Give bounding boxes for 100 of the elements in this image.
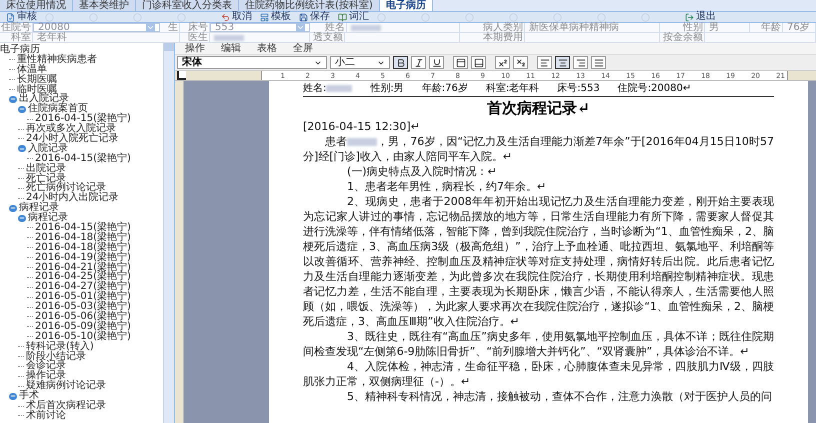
format-button[interactable] [591, 56, 606, 69]
tree-item[interactable]: 重性精神疾病患者 [17, 54, 97, 65]
circle-icon [421, 12, 430, 22]
field-label: 医生 [188, 32, 208, 42]
circle-icon [641, 12, 650, 22]
format-button[interactable] [471, 56, 486, 69]
toolbar-button[interactable]: 词汇 [336, 12, 371, 22]
tab-stop-icon[interactable] [177, 71, 186, 80]
paragraph: 4、入院体检，神志清，生命征平稳，卧床，心肺腹体查未见异常，四肢肌力Ⅳ级，四肢肌张力正常，双侧病理征（-）。↵ [303, 359, 774, 389]
tree-item[interactable]: 2016-04-15(梁艳宁) [35, 154, 131, 164]
tree-item[interactable]: 长期医嘱 [17, 74, 57, 85]
toolbar-button[interactable]: 审核 [4, 12, 39, 22]
menu-item[interactable]: 表格 [257, 44, 277, 54]
tree-item[interactable]: 住院病案首页 [28, 104, 88, 114]
tree-item[interactable]: 2016-05-09(梁艳宁) [35, 322, 131, 332]
field-label: 住院号 [1, 22, 31, 32]
tree-item[interactable]: 阶段小结记录 [26, 352, 86, 362]
field-value: 新医保单病种精神病 [529, 22, 619, 32]
tree-item[interactable]: 2016-04-18(梁艳宁) [35, 232, 131, 243]
collapse-icon[interactable] [9, 204, 17, 212]
tree-item[interactable]: 会诊记录 [26, 361, 66, 372]
field-label: 生 [168, 22, 178, 32]
exit-icon [685, 12, 694, 22]
tree-item[interactable]: 24小时内入出院记录 [26, 193, 119, 204]
collapse-icon[interactable] [9, 392, 17, 400]
font-select[interactable]: 宋体 [177, 56, 327, 69]
tree-item[interactable]: 术前讨论 [26, 410, 66, 421]
menu-item[interactable]: 全屏 [293, 44, 313, 54]
tree-item[interactable]: 2016-04-15(梁艳宁) [35, 222, 131, 233]
format-button[interactable] [555, 56, 570, 69]
tree-item[interactable]: 2016-04-18(梁艳宁) [35, 242, 131, 253]
collapse-icon[interactable] [9, 96, 17, 103]
circle-icon [597, 12, 606, 22]
tree-item[interactable]: 出院记录 [26, 164, 66, 174]
format-button[interactable] [393, 56, 408, 69]
bold-icon [396, 58, 406, 68]
record-time: [2016-04-15 12:30]↵ [303, 119, 421, 134]
paragraph: 3、既往史，既往有“高血压”病史多年，使用氨氯地平控制血压，具体不详；既往住院期间检查发现“左侧第6-9肋陈旧骨折”、“前列腺增大并钙化”、“双肾囊肿”，具体诊治不详。↵ [303, 329, 774, 359]
undo-icon [221, 12, 230, 22]
format-button[interactable] [453, 56, 468, 69]
paragraph: (一)病史特点及入院时情况：↵ [346, 164, 498, 179]
tree-item[interactable]: 24小时入院死亡记录 [26, 134, 119, 144]
toolbar-button[interactable]: 模板 [258, 12, 293, 22]
field-value: 男 [709, 22, 719, 32]
tree-item[interactable]: 体温单 [17, 64, 47, 75]
field-label: 年龄 [761, 22, 781, 32]
field-label: 姓名 [325, 22, 345, 32]
tree-item[interactable]: 2016-04-19(梁艳宁) [35, 252, 131, 263]
underline-icon [432, 58, 442, 68]
circle-icon [45, 12, 54, 22]
circle-icon [177, 12, 186, 22]
menu-item[interactable]: 编辑 [221, 44, 241, 54]
blurred-text [214, 34, 244, 40]
border-top-icon [456, 58, 466, 68]
paragraph: 1、患者老年男性，病程长，约7年余。↵ [346, 179, 548, 194]
paragraph: 患者 ，男，76岁，因“记忆力及生活自理能力渐差7年余”于[2016年04月15日10时57分]经[门诊]收入，由家人陪同平车入院。↵ [303, 134, 774, 164]
scrollbar[interactable] [163, 43, 174, 423]
align-center-icon [558, 58, 568, 68]
header-field: 性别:男 [370, 83, 404, 95]
document-title: 首次病程记录↵ [486, 98, 591, 119]
collapse-icon[interactable] [18, 106, 26, 113]
paragraph: 5、精神科专科情况，神志清，接触被动，查体不合作，注意力涣散（对于医护人员的问 [346, 389, 773, 404]
book-icon [338, 12, 347, 22]
tree-item[interactable]: 电子病历 [0, 44, 40, 55]
align-right-icon [576, 58, 586, 68]
tree-item[interactable]: 转科记录(转入) [26, 342, 94, 352]
circle-icon [553, 12, 562, 22]
align-justify-icon [594, 58, 604, 68]
field-value: 老年科 [37, 32, 67, 42]
header-field: 科室:老年科 [486, 83, 540, 95]
tree-item[interactable]: 死亡记录 [26, 174, 66, 184]
header-field: 姓名: [303, 83, 352, 95]
tree-item[interactable]: 2016-05-06(梁艳宁) [35, 312, 131, 322]
format-button[interactable] [429, 56, 444, 69]
field-label: 性别 [683, 22, 703, 32]
size-select[interactable]: 小二 [330, 56, 390, 69]
tree-item[interactable]: 2016-05-10(梁艳宁) [35, 332, 131, 342]
toolbar-button[interactable]: 保存 [297, 12, 332, 22]
paragraph: 2、现病史，患者于2008年年初开始出现记忆力及生活自理能力变差，刚开始主要表现为忘记家人讲过的事情，忘记物品摆放的地方等，日常生活自理能力有所下降，需要家人督促其进行洗澡等，伴有情绪低落，智能下降，曾到我院住院治疗，当时诊断为“1、血管性痴呆，2、脑梗死后遗症，3、高血压病3级（极高危组）”，治疗上予血栓通、吡拉西坦、氨氯地平、利培酮等以改善循环、营养神经、控制血压及精神症状等对症支持处理，病情好转后出院。此后患者记忆力及生活自理能力逐渐变差，为此曾多次在我院住院治疗，长期使用利培酮控制精神症状。现患者记忆力差，生活不能自理，主要表现为长期卧床，懒言少语，不能认得亲人，生活需要他人照顾（如，喂饭、洗澡等），为此家人要求再次在我院住院治疗，遂拟诊“1、血管性痴呆，2、脑梗死后遗症，3、高血压Ⅲ期”收入住院治疗。↵ [303, 194, 774, 329]
toolbar-button[interactable]: 退出 [683, 12, 718, 22]
tree-item[interactable]: 2016-04-21(梁艳宁) [35, 262, 131, 273]
tree-item[interactable]: 病程记录 [28, 213, 68, 224]
field-label: 科室 [11, 32, 31, 42]
toolbar-button[interactable]: 取消 [219, 12, 254, 22]
format-button[interactable] [495, 56, 510, 69]
collapse-icon[interactable] [18, 214, 26, 222]
field-label: 透支额 [313, 32, 343, 42]
italic-icon [414, 58, 424, 68]
header-field: 住院号:20080↵ [618, 83, 692, 95]
tree-item[interactable]: 入院记录 [28, 144, 68, 154]
collapse-icon[interactable] [18, 145, 26, 152]
template-icon [260, 12, 269, 22]
format-button[interactable] [573, 56, 588, 69]
format-button[interactable] [411, 56, 426, 69]
subscript-icon [516, 58, 526, 68]
circle-icon [509, 12, 518, 22]
menu-item[interactable]: 操作 [185, 44, 205, 54]
format-button[interactable] [537, 56, 552, 69]
border-bottom-icon [474, 58, 484, 68]
format-button[interactable] [513, 56, 528, 69]
